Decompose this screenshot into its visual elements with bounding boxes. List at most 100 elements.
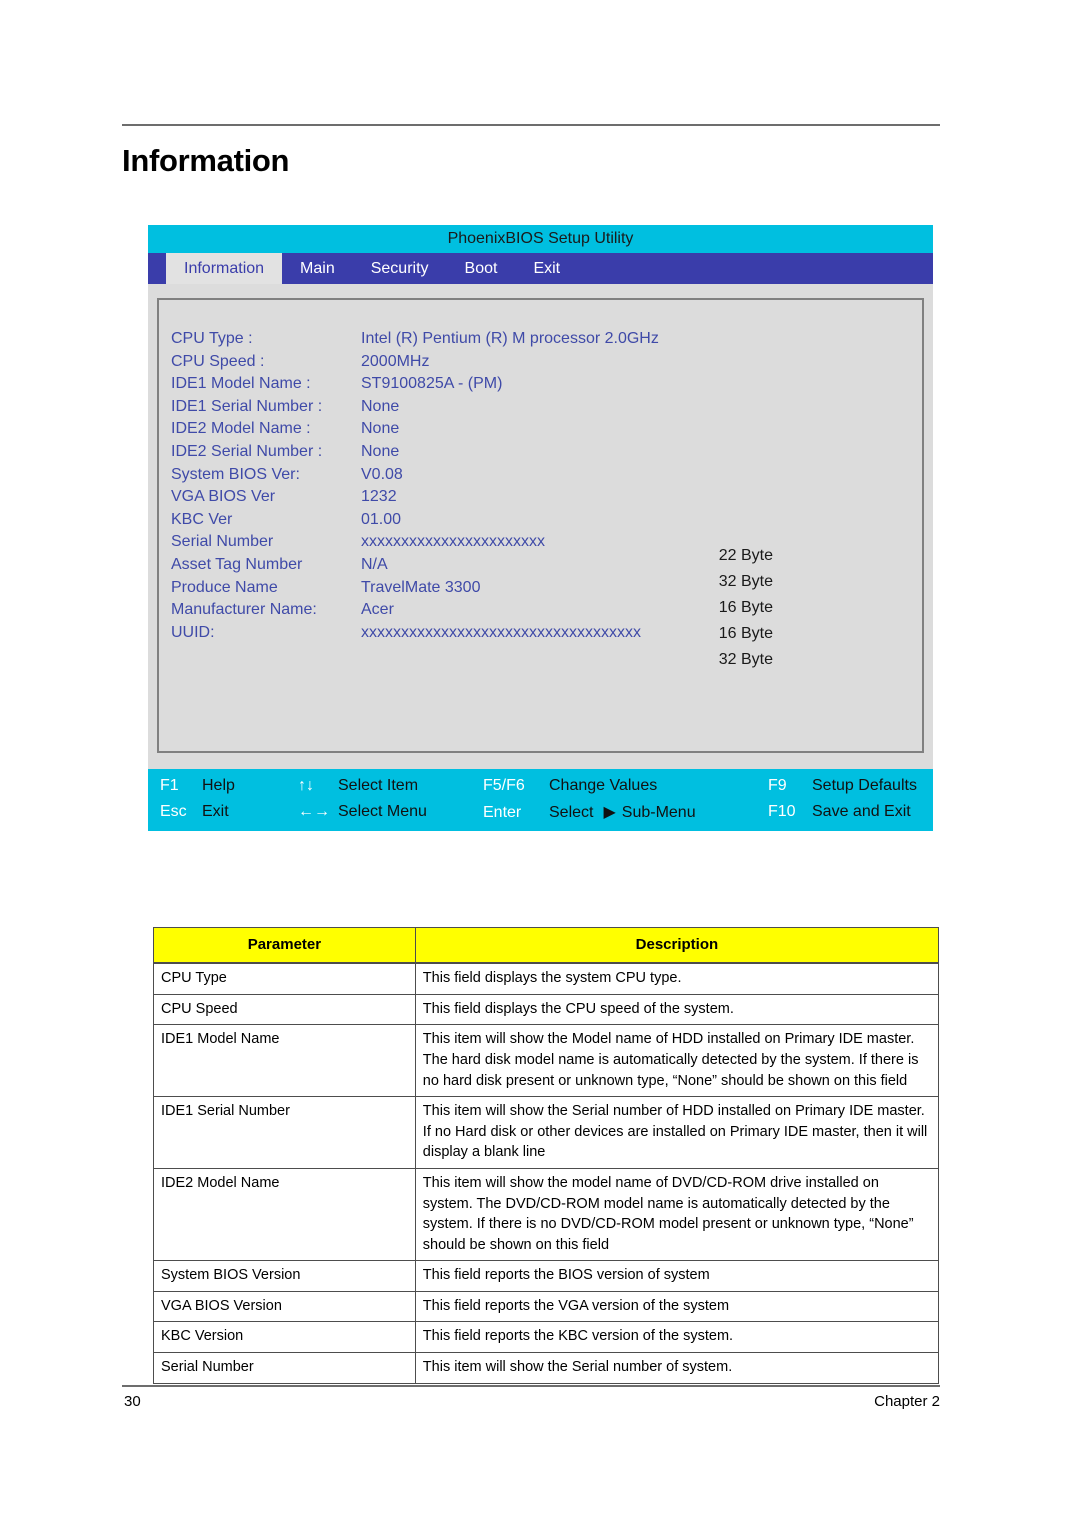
byte-size-value: 22 Byte — [718, 547, 773, 564]
field-value: 1232 — [361, 488, 397, 506]
tab-boot[interactable]: Boot — [447, 253, 516, 284]
help-desc: Select Item — [338, 777, 419, 794]
field-value: xxxxxxxxxxxxxxxxxxxxxxxxxxxxxxxxxxx — [361, 623, 641, 641]
field-value: xxxxxxxxxxxxxxxxxxxxxxx — [361, 533, 545, 551]
help-setup-defaults[interactable]: F9 Setup Defaults — [768, 777, 917, 795]
field-label: Produce Name — [171, 578, 278, 596]
help-desc: Select — [549, 804, 594, 821]
cell-description: This item will show the Serial number of… — [414, 1351, 940, 1384]
cell-description: This field reports the VGA version of th… — [414, 1290, 940, 1323]
field-label: IDE1 Model Name : — [171, 375, 311, 393]
table-row: KBC Version This field reports the KBC v… — [153, 1321, 940, 1353]
field-row: CPU Speed : 2000MHz — [171, 353, 659, 376]
help-desc: Exit — [202, 803, 229, 820]
help-desc: Help — [202, 777, 235, 794]
bios-body: CPU Type : Intel (R) Pentium (R) M proce… — [148, 284, 933, 753]
field-row: IDE1 Model Name : ST9100825A - (PM) — [171, 375, 659, 398]
help-key: F10 — [768, 803, 796, 820]
tab-main[interactable]: Main — [282, 253, 353, 284]
field-value: V0.08 — [361, 465, 403, 483]
field-label: Manufacturer Name: — [171, 601, 317, 619]
tab-security[interactable]: Security — [353, 253, 447, 284]
field-value: Intel (R) Pentium (R) M processor 2.0GHz — [361, 330, 659, 347]
field-value: ST9100825A - (PM) — [361, 375, 503, 393]
field-label: CPU Type : — [171, 330, 253, 347]
help-f1[interactable]: F1 Help — [160, 777, 235, 795]
field-label: System BIOS Ver: — [171, 465, 300, 483]
tab-main-label: Main — [300, 259, 335, 277]
bios-menu-bar: Information Main Security Boot Exit — [148, 253, 933, 284]
help-key: F5/F6 — [483, 777, 525, 794]
help-select-item[interactable]: ↑↓ Select Item — [298, 777, 418, 795]
help-desc: Change Values — [549, 777, 658, 794]
byte-size-value: 32 Byte — [718, 573, 773, 590]
help-key: F9 — [768, 777, 787, 794]
table-row: IDE2 Model Name This item will show the … — [153, 1167, 940, 1262]
cell-parameter: Serial Number — [153, 1351, 416, 1384]
cell-parameter: System BIOS Version — [153, 1260, 416, 1292]
cell-description: This field displays the system CPU type. — [414, 962, 940, 995]
bios-titlebar: PhoenixBIOS Setup Utility — [148, 225, 933, 253]
cell-description: This item will show the Model name of HD… — [414, 1024, 940, 1098]
field-label: Asset Tag Number — [171, 555, 303, 573]
cell-description: This field reports the KBC version of th… — [414, 1321, 940, 1353]
field-row: Produce Name TravelMate 3300 — [171, 579, 659, 602]
table-row: System BIOS Version This field reports t… — [153, 1260, 940, 1292]
bios-title-text: PhoenixBIOS Setup Utility — [447, 230, 634, 247]
field-row: IDE2 Serial Number : None — [171, 443, 659, 466]
bios-help-bar: F1 Help ↑↓ Select Item F5/F6 Change Valu… — [148, 769, 933, 831]
byte-size-value: 16 Byte — [718, 599, 773, 616]
tab-exit[interactable]: Exit — [515, 253, 578, 284]
page-title: Information — [122, 143, 290, 178]
tab-information-label: Information — [184, 259, 265, 277]
field-label: KBC Ver — [171, 510, 233, 528]
byte-size-value: 32 Byte — [718, 651, 773, 668]
field-label: IDE2 Model Name : — [171, 420, 311, 438]
field-label: IDE2 Serial Number : — [171, 442, 323, 460]
field-row: Serial Number xxxxxxxxxxxxxxxxxxxxxxx — [171, 533, 659, 556]
help-desc: Setup Defaults — [812, 777, 917, 794]
byte-size-column: 22 Byte 32 Byte 16 Byte 16 Byte 32 Byte — [695, 543, 777, 673]
table-row: Serial Number This item will show the Se… — [153, 1351, 940, 1384]
table-row: CPU Speed This field displays the CPU sp… — [153, 993, 940, 1026]
help-change-values[interactable]: F5/F6 Change Values — [483, 777, 657, 795]
help-bar-row-2: Esc Exit ←→ Select Menu Enter Select ▶ S… — [148, 799, 933, 825]
bios-setup-window: PhoenixBIOS Setup Utility Information Ma… — [148, 225, 933, 831]
field-label: VGA BIOS Ver — [171, 488, 276, 506]
cell-parameter: IDE1 Model Name — [153, 1024, 416, 1098]
help-key: Esc — [160, 803, 187, 820]
help-esc[interactable]: Esc Exit — [160, 803, 229, 821]
cell-parameter: IDE1 Serial Number — [153, 1096, 416, 1169]
cell-description: This field displays the CPU speed of the… — [414, 993, 940, 1026]
cell-parameter: IDE2 Model Name — [153, 1167, 416, 1262]
help-bar-row-1: F1 Help ↑↓ Select Item F5/F6 Change Valu… — [148, 773, 933, 799]
system-information-list: CPU Type : Intel (R) Pentium (R) M proce… — [171, 330, 659, 646]
field-value: 01.00 — [361, 510, 402, 528]
cell-description: This item will show the model name of DV… — [414, 1167, 940, 1262]
field-row: Manufacturer Name: Acer — [171, 601, 659, 624]
help-key: F1 — [160, 777, 179, 794]
help-desc: Select Menu — [338, 803, 427, 820]
field-value: None — [361, 442, 400, 460]
arrow-up-down-icon: ↑↓ — [298, 777, 314, 794]
tab-exit-label: Exit — [533, 259, 561, 277]
field-label: CPU Speed : — [171, 352, 265, 370]
cell-description: This field reports the BIOS version of s… — [414, 1260, 940, 1292]
cell-parameter: VGA BIOS Version — [153, 1290, 416, 1323]
field-row: Asset Tag Number N/A — [171, 556, 659, 579]
help-select-submenu[interactable]: Enter Select ▶ Sub‑Menu — [483, 802, 696, 822]
field-row: UUID: xxxxxxxxxxxxxxxxxxxxxxxxxxxxxxxxxx… — [171, 624, 659, 647]
help-save-and-exit[interactable]: F10 Save and Exit — [768, 803, 911, 821]
table-header-row: Parameter Description — [153, 927, 940, 965]
field-row: KBC Ver 01.00 — [171, 511, 659, 534]
table-row: CPU Type This field displays the system … — [153, 962, 940, 995]
field-label: UUID: — [171, 623, 215, 641]
column-header-parameter: Parameter — [153, 927, 416, 965]
help-key: Enter — [483, 804, 522, 821]
field-row: IDE2 Model Name : None — [171, 420, 659, 443]
tab-information[interactable]: Information — [166, 253, 283, 284]
help-select-menu[interactable]: ←→ Select Menu — [298, 803, 427, 821]
page-bottom-rule — [122, 1385, 940, 1387]
submenu-triangle-icon: ▶ — [603, 804, 616, 821]
chapter-label: Chapter 2 — [874, 1393, 940, 1410]
